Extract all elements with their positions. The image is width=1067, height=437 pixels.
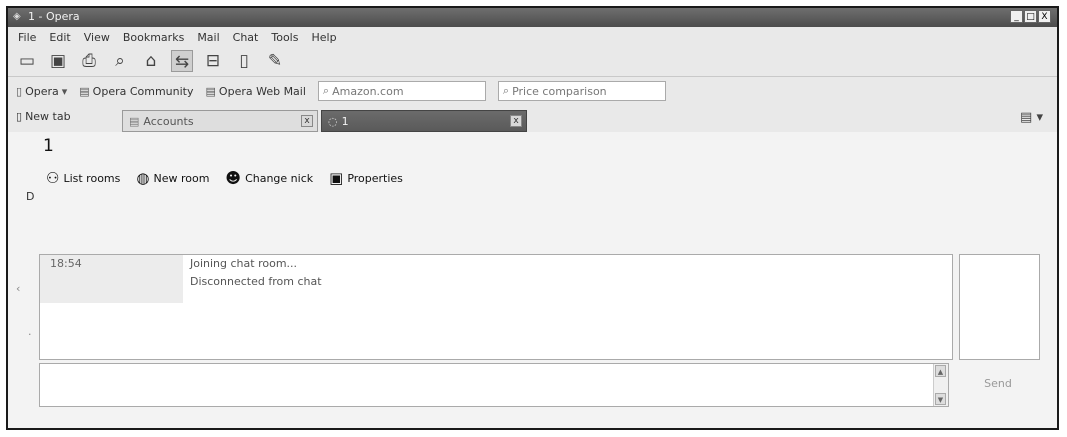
window-title: 1 - Opera <box>28 10 80 23</box>
community-label: Opera Community <box>92 84 194 98</box>
print-icon[interactable]: ⎙ <box>78 50 100 72</box>
menu-tools[interactable]: Tools <box>271 31 298 44</box>
close-icon[interactable]: x <box>510 115 522 127</box>
menu-chat[interactable]: Chat <box>233 31 259 44</box>
change-nick-label: Change nick <box>245 171 314 185</box>
split-panel-icon[interactable]: ⊟ <box>202 50 224 72</box>
chat-log[interactable]: 18:54 Joining chat room... Disconnected … <box>39 254 953 360</box>
webmail-label: Opera Web Mail <box>218 84 306 98</box>
scroll-down-icon[interactable]: ▼ <box>935 393 946 405</box>
new-room-button[interactable]: ◍ New room <box>136 169 209 187</box>
message-text: Joining chat room... <box>190 257 298 270</box>
chat-bubble-icon: ◍ <box>136 169 150 187</box>
title-bar[interactable]: ◈ 1 - Opera _ □ X <box>8 8 1057 27</box>
chat-panel: D ‹ · 1 ⚇ List rooms ◍ New room ☻ Change… <box>8 132 1057 428</box>
window-controls: _ □ X <box>1010 10 1051 23</box>
bookmarks-bar: ▯ Opera ▾ ▤ Opera Community ▤ Opera Web … <box>8 79 1057 103</box>
menu-bar: File Edit View Bookmarks Mail Chat Tools… <box>8 28 1057 46</box>
message-input[interactable]: ▲ ▼ <box>39 363 949 407</box>
opera-menu-label: Opera <box>25 84 59 98</box>
page-icon: ▯ <box>16 110 23 123</box>
chevron-down-icon: ▾ <box>1036 110 1043 125</box>
page-icon: ▯ <box>16 84 23 98</box>
hotlist-icon[interactable]: ⇆ <box>171 50 193 72</box>
tab-list-icon: ▤ <box>1020 110 1033 125</box>
tab-bar: ▯ New tab ▤ Accounts x ◌ 1 x ▤ ▾ <box>8 106 1057 132</box>
chevron-down-icon: ▾ <box>61 84 68 98</box>
list-rooms-button[interactable]: ⚇ List rooms <box>46 169 120 187</box>
home-icon[interactable]: ⌂ <box>140 50 162 72</box>
search-icon: ⌕ <box>322 84 330 97</box>
properties-icon: ▣ <box>329 169 344 187</box>
tab-label: Accounts <box>143 114 194 128</box>
menu-view[interactable]: View <box>84 31 110 44</box>
panel-edge-marker: ‹ <box>16 282 21 295</box>
list-rooms-label: List rooms <box>63 171 121 185</box>
menu-help[interactable]: Help <box>311 31 336 44</box>
properties-label: Properties <box>347 171 403 185</box>
tab-label: 1 <box>341 114 349 128</box>
change-nick-button[interactable]: ☻ Change nick <box>225 169 313 187</box>
edit-icon[interactable]: ✎ <box>264 50 286 72</box>
minimize-button[interactable]: _ <box>1010 10 1023 23</box>
people-icon: ⚇ <box>46 169 60 187</box>
webmail-bookmark[interactable]: ▤ Opera Web Mail <box>206 85 306 98</box>
menu-mail[interactable]: Mail <box>197 31 219 44</box>
chat-message: 18:54 Joining chat room... <box>40 255 952 273</box>
accounts-icon: ▤ <box>129 114 140 128</box>
properties-button[interactable]: ▣ Properties <box>329 169 403 187</box>
chat-tab-icon: ◌ <box>328 114 338 128</box>
menu-edit[interactable]: Edit <box>49 31 70 44</box>
main-toolbar: ▭ ▣ ⎙ ⌕ ⌂ ⇆ ⊟ ▯ ✎ <box>8 48 1057 74</box>
toolbar-divider <box>8 76 1057 77</box>
tab-accounts[interactable]: ▤ Accounts x <box>122 110 318 132</box>
price-search-placeholder: Price comparison <box>512 84 607 98</box>
close-button[interactable]: X <box>1038 10 1051 23</box>
send-button[interactable]: Send <box>968 373 1028 395</box>
new-tab-label: New tab <box>25 110 71 123</box>
message-text: Disconnected from chat <box>190 275 322 288</box>
price-search-input[interactable]: ⌕ Price comparison <box>497 81 666 101</box>
input-scrollbar[interactable]: ▲ ▼ <box>933 364 948 406</box>
search-icon: ⌕ <box>502 84 510 97</box>
folder-icon[interactable]: ▭ <box>16 50 38 72</box>
message-time: 18:54 <box>50 257 82 270</box>
user-list[interactable] <box>959 254 1040 360</box>
panel-edge-label: D <box>26 190 35 203</box>
opera-logo-icon: ◈ <box>13 11 21 22</box>
new-tab-button[interactable]: ▯ New tab <box>16 110 71 123</box>
amazon-search-input[interactable]: ⌕ Amazon.com <box>317 81 486 101</box>
opera-menu-button[interactable]: ▯ Opera ▾ <box>16 85 67 98</box>
chat-message: Disconnected from chat <box>40 273 952 291</box>
menu-file[interactable]: File <box>18 31 36 44</box>
tab-menu-button[interactable]: ▤ ▾ <box>1020 110 1043 125</box>
new-room-label: New room <box>153 171 210 185</box>
room-toolbar: ⚇ List rooms ◍ New room ☻ Change nick ▣ … <box>46 166 419 190</box>
community-bookmark[interactable]: ▤ Opera Community <box>79 85 193 98</box>
maximize-button[interactable]: □ <box>1024 10 1037 23</box>
tab-chat-1[interactable]: ◌ 1 x <box>321 110 527 132</box>
bookmark-icon: ▤ <box>79 84 90 98</box>
menu-bookmarks[interactable]: Bookmarks <box>123 31 184 44</box>
find-icon[interactable]: ⌕ <box>109 50 131 72</box>
save-icon[interactable]: ▣ <box>47 50 69 72</box>
panel-edge-dot: · <box>28 328 32 341</box>
user-icon: ☻ <box>225 169 242 187</box>
page-icon[interactable]: ▯ <box>233 50 255 72</box>
close-icon[interactable]: x <box>301 115 313 127</box>
opera-window: ◈ 1 - Opera _ □ X File Edit View Bookmar… <box>6 6 1059 430</box>
scroll-up-icon[interactable]: ▲ <box>935 365 946 377</box>
bookmark-icon: ▤ <box>205 84 216 98</box>
room-title: 1 <box>43 136 54 156</box>
amazon-search-placeholder: Amazon.com <box>332 84 404 98</box>
